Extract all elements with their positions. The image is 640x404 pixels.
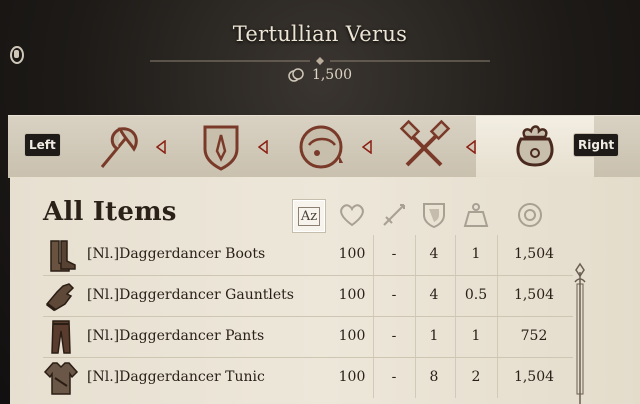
sort-az-button[interactable]: Az — [292, 199, 326, 233]
crossed-tools-icon — [399, 119, 451, 167]
price-column-header[interactable] — [514, 199, 546, 231]
item-name: [Nl.]Daggerdancer Boots — [87, 246, 266, 262]
defense-column-header[interactable] — [418, 199, 450, 231]
item-row[interactable]: [Nl.]Daggerdancer Tunic 100 - 8 2 1,504 — [43, 358, 573, 398]
item-row[interactable]: [Nl.]Daggerdancer Boots 100 - 4 1 1,504 — [43, 235, 573, 276]
tab-armor[interactable] — [171, 116, 271, 178]
item-name: [Nl.]Daggerdancer Tunic — [87, 369, 265, 385]
price-value: 1,504 — [513, 287, 555, 303]
scrollbar[interactable] — [573, 262, 587, 404]
damage-value: - — [391, 287, 397, 303]
damage-value: - — [391, 328, 397, 344]
defense-value: 4 — [429, 287, 439, 303]
shield-emblem-icon — [203, 125, 239, 171]
item-list-panel: All Items Az [Nl.]Daggerdancer Boots 100… — [10, 177, 640, 404]
ornament-divider — [150, 57, 490, 65]
heart-icon — [340, 204, 364, 227]
durability-value: 100 — [338, 328, 366, 344]
weight-value: 2 — [471, 369, 481, 385]
merchant-name: Tertullian Verus — [232, 22, 408, 46]
damage-column-header[interactable] — [378, 199, 410, 231]
price-value: 1,504 — [513, 246, 555, 262]
item-name: [Nl.]Daggerdancer Pants — [87, 328, 265, 344]
gauntlets-icon — [45, 283, 75, 312]
weight-icon — [463, 203, 489, 227]
price-value: 1,504 — [513, 369, 555, 385]
defense-value: 1 — [429, 328, 439, 344]
damage-value: - — [391, 369, 397, 385]
merchant-header: Tertullian Verus 1,500 — [0, 0, 640, 108]
right-key-hint[interactable]: Right — [573, 133, 620, 157]
defense-value: 8 — [429, 369, 439, 385]
coin-icon — [288, 68, 304, 82]
pouch-icon — [516, 125, 554, 167]
pants-icon — [51, 320, 71, 354]
item-row[interactable]: [Nl.]Daggerdancer Pants 100 - 1 1 752 — [43, 317, 573, 358]
tab-consumables[interactable] — [273, 116, 373, 178]
weight-value: 1 — [471, 328, 481, 344]
weight-value: 0.5 — [464, 287, 488, 303]
shield-icon — [423, 203, 445, 229]
currency-amount: 1,500 — [311, 67, 353, 83]
boots-icon — [50, 240, 76, 272]
panel-title: All Items — [43, 197, 177, 227]
axe-icon — [100, 127, 138, 168]
tab-separator-arrow — [362, 140, 372, 154]
potion-icon — [299, 125, 343, 169]
tab-separator-arrow — [466, 140, 476, 154]
durability-column-header[interactable] — [336, 199, 368, 231]
left-key-hint[interactable]: Left — [24, 133, 61, 157]
defense-value: 4 — [429, 246, 439, 262]
tunic-icon — [43, 362, 79, 395]
tab-weapons[interactable] — [68, 116, 168, 178]
durability-value: 100 — [338, 369, 366, 385]
durability-value: 100 — [338, 287, 366, 303]
weight-value: 1 — [471, 246, 481, 262]
item-row[interactable]: [Nl.]Daggerdancer Gauntlets 100 - 4 0.5 … — [43, 276, 573, 317]
durability-value: 100 — [338, 246, 366, 262]
tab-separator-arrow — [156, 140, 166, 154]
price-coin-icon — [518, 203, 542, 227]
price-value: 752 — [520, 328, 548, 344]
category-tabs: Left Right — [8, 115, 640, 178]
tab-separator-arrow — [258, 140, 268, 154]
item-name: [Nl.]Daggerdancer Gauntlets — [87, 287, 294, 303]
currency-display: 1,500 — [0, 67, 640, 83]
back-icon[interactable] — [9, 44, 25, 66]
sort-az-icon: Az — [297, 206, 321, 226]
sword-icon — [383, 204, 405, 226]
damage-value: - — [391, 246, 397, 262]
weight-column-header[interactable] — [460, 199, 492, 231]
tab-tools[interactable] — [375, 116, 475, 178]
